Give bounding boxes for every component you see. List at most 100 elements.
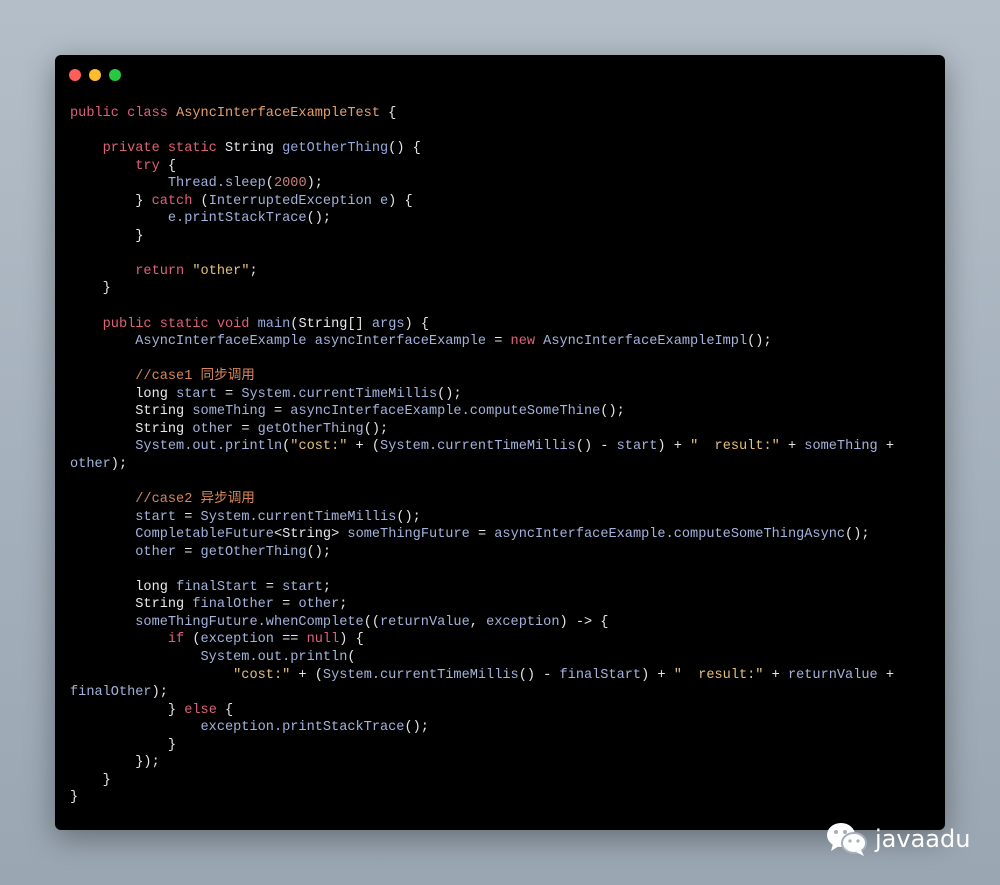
code-line: String finalOther = other;: [70, 596, 894, 614]
token-punctuation: +: [877, 667, 894, 683]
token-punctuation: (: [347, 649, 356, 665]
token-punctuation: ) -> {: [559, 614, 609, 630]
token-identifier: other: [70, 456, 111, 472]
token-punctuation: ();: [306, 211, 332, 227]
token-identifier: someThing: [804, 439, 878, 455]
token-punctuation: ) +: [657, 439, 691, 455]
token-identifier: someThing: [192, 404, 274, 420]
close-window-button[interactable]: [69, 69, 81, 81]
token-keyword: try: [70, 158, 168, 174]
token-identifier: finalOther: [192, 597, 283, 613]
code-line: finalOther);: [70, 684, 894, 702]
token-identifier: System.currentTimeMillis: [322, 667, 519, 683]
token-number-literal: 2000: [273, 176, 307, 192]
token-string-literal: " result:": [673, 667, 764, 683]
token-identifier: System.currentTimeMillis: [241, 386, 438, 402]
token-identifier: exception.printStackTrace: [70, 720, 405, 736]
token-identifier: AsyncInterfaceExampleImpl: [543, 334, 748, 350]
code-line: long finalStart = start;: [70, 579, 894, 597]
token-identifier: getOtherThing: [257, 421, 364, 437]
wechat-icon: [827, 823, 867, 856]
code-line: }: [70, 772, 894, 790]
token-punctuation: {: [380, 106, 397, 121]
token-keyword: null: [306, 632, 340, 648]
maximize-window-button[interactable]: [109, 69, 121, 81]
token-punctuation: });: [70, 755, 160, 771]
code-line: System.out.println("cost:" + (System.cur…: [70, 438, 894, 456]
watermark: javaadu: [825, 820, 970, 858]
token-punctuation: =: [225, 386, 242, 402]
token-identifier: System.out.println: [70, 439, 283, 455]
token-identifier: finalStart: [176, 579, 266, 595]
token-type: long: [70, 386, 177, 402]
code-line: long start = System.currentTimeMillis();: [70, 386, 894, 404]
minimize-window-button[interactable]: [89, 69, 101, 81]
code-line: someThingFuture.whenComplete((returnValu…: [70, 614, 894, 632]
code-line: start = System.currentTimeMillis();: [70, 509, 894, 527]
token-punctuation: ();: [306, 544, 332, 560]
token-identifier: other: [192, 421, 242, 437]
token-identifier: returnValue: [787, 667, 878, 683]
token-identifier: AsyncInterfaceExample asyncInterfaceExam…: [70, 334, 495, 350]
token-identifier: start: [282, 579, 323, 595]
token-identifier: exception: [486, 614, 560, 630]
token-identifier: someThingFuture: [347, 527, 478, 543]
token-punctuation: ) {: [404, 316, 429, 332]
token-identifier: finalStart: [559, 667, 642, 683]
token-type: String: [225, 141, 283, 157]
token-punctuation: ==: [282, 632, 307, 648]
code-line: public class AsyncInterfaceExampleTest {: [70, 105, 894, 123]
code-line: return "other";: [70, 263, 894, 281]
token-punctuation: {: [167, 158, 177, 174]
token-punctuation: }: [70, 193, 152, 209]
token-punctuation: <: [273, 527, 283, 543]
token-function-name: getOtherThing: [282, 141, 389, 157]
token-identifier: asyncInterfaceExample.computeSomeThine: [290, 404, 601, 420]
token-identifier: other: [298, 597, 340, 613]
token-punctuation: }: [70, 281, 111, 297]
code-line: });: [70, 754, 894, 772]
token-string-literal: "other": [192, 263, 250, 279]
token-identifier: start: [176, 386, 226, 402]
code-line: }: [70, 280, 894, 298]
token-keyword: new: [510, 334, 544, 350]
token-identifier: e.printStackTrace: [70, 211, 307, 227]
watermark-text: javaadu: [875, 825, 971, 853]
token-punctuation: ();: [437, 386, 462, 402]
code-line: "cost:" + (System.currentTimeMillis() - …: [70, 667, 894, 685]
token-punctuation: () -: [518, 667, 560, 683]
token-punctuation: () -: [575, 439, 617, 455]
code-line: }: [70, 789, 894, 807]
token-punctuation: []: [347, 316, 372, 332]
token-punctuation: }: [70, 737, 177, 753]
token-identifier: System.out.println: [70, 649, 348, 665]
code-window: public class AsyncInterfaceExampleTest {…: [55, 55, 945, 830]
token-identifier: other: [70, 544, 185, 560]
token-punctuation: >: [331, 527, 348, 543]
code-line: exception.printStackTrace();: [70, 719, 894, 737]
code-line: e.printStackTrace();: [70, 210, 894, 228]
token-punctuation: ();: [396, 509, 421, 525]
token-punctuation: ) +: [641, 667, 674, 683]
token-identifier: System.currentTimeMillis: [200, 509, 397, 525]
token-punctuation: ();: [747, 334, 772, 350]
token-keyword: public class: [70, 106, 177, 121]
code-line: Thread.sleep(2000);: [70, 175, 894, 193]
token-punctuation: ;: [322, 579, 332, 595]
token-identifier: exception: [200, 632, 283, 648]
token-punctuation: {: [225, 702, 234, 718]
token-type: String: [298, 316, 348, 332]
token-keyword: catch: [151, 193, 201, 209]
token-punctuation: +: [779, 439, 805, 455]
code-line: private static String getOtherThing() {: [70, 140, 894, 158]
code-line: String other = getOtherThing();: [70, 421, 894, 439]
token-identifier: System.currentTimeMillis: [380, 439, 576, 455]
code-line: //case2 异步调用: [70, 491, 894, 509]
token-type: String: [282, 527, 332, 543]
token-identifier: returnValue: [380, 614, 470, 630]
token-punctuation: ;: [339, 597, 348, 613]
token-punctuation: ,: [469, 614, 487, 630]
